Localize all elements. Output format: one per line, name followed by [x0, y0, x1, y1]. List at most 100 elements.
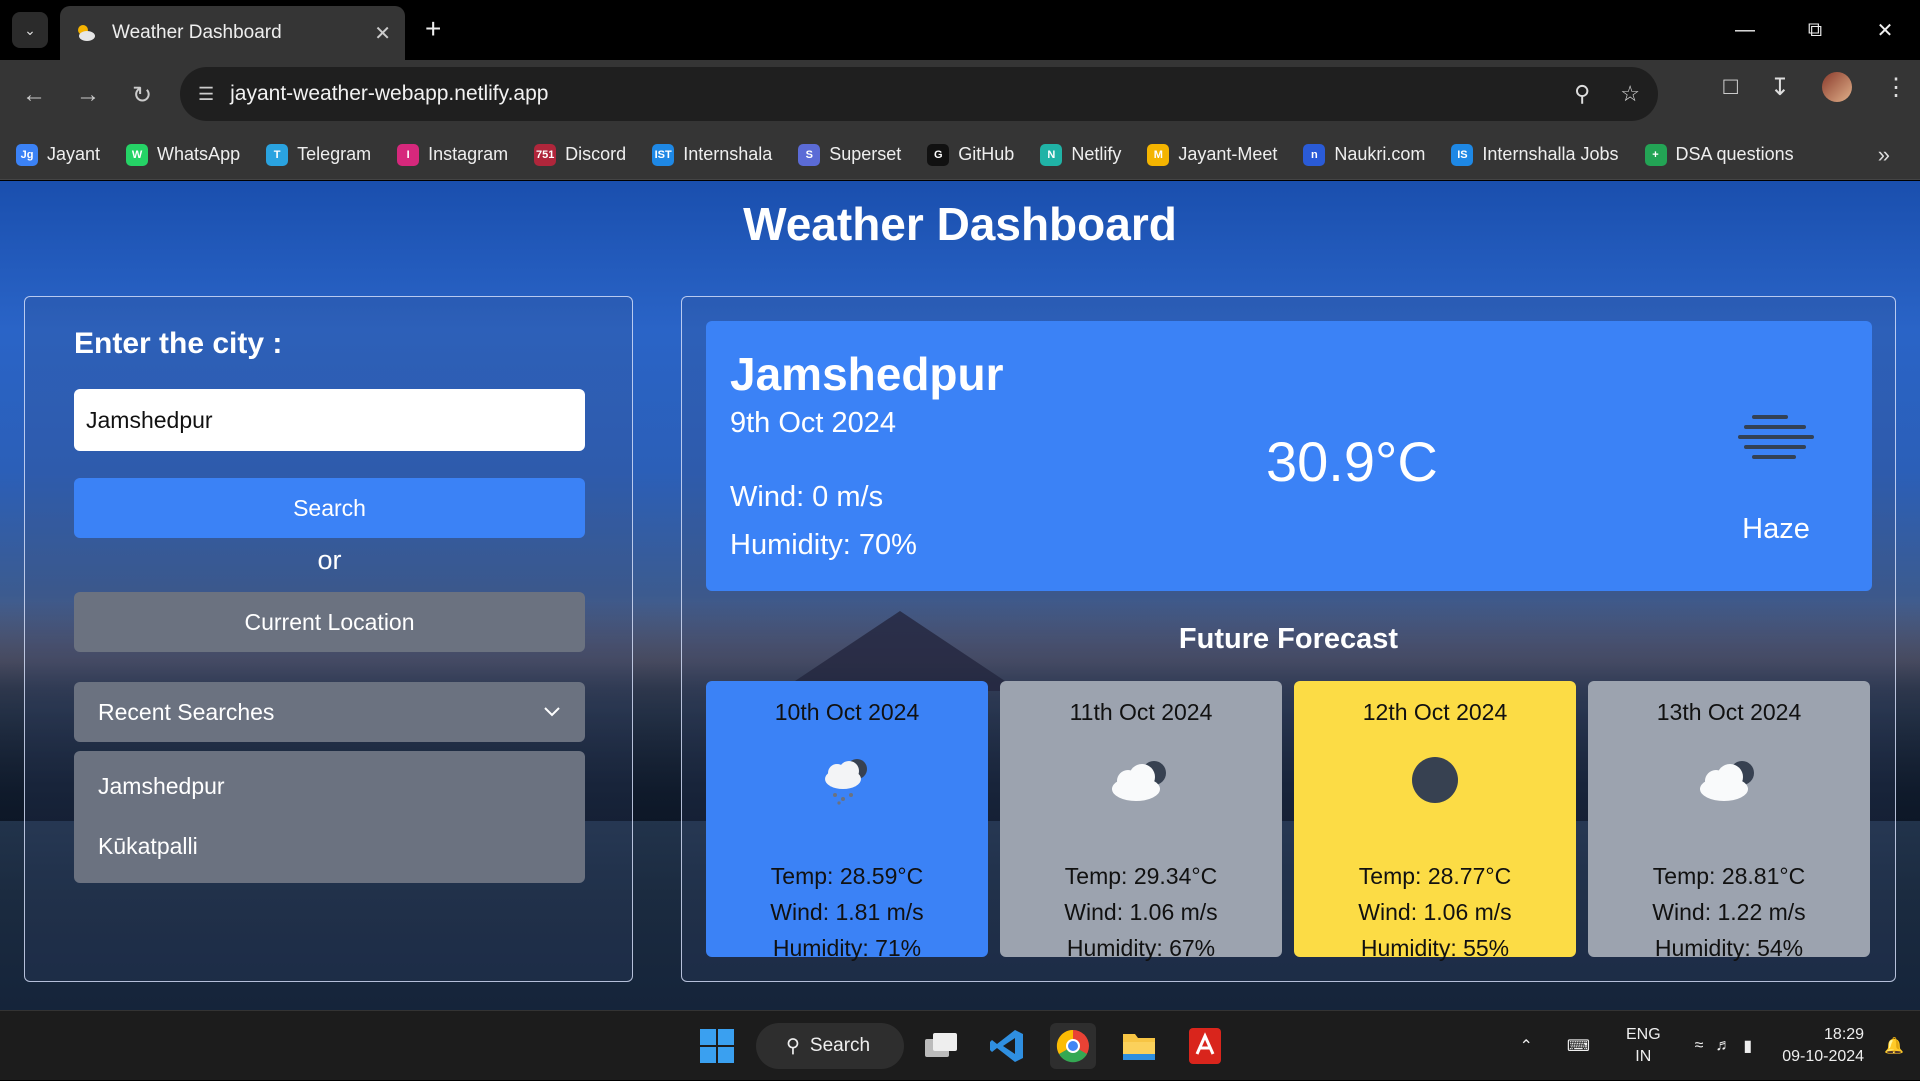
bookmark-favicon-icon: IST	[652, 143, 675, 166]
bookmark-favicon-icon: G	[927, 143, 950, 166]
chevron-down-icon	[543, 702, 561, 723]
region-text: IN	[1635, 1048, 1652, 1065]
forward-icon[interactable]: →	[68, 75, 108, 115]
back-icon[interactable]: ←	[14, 75, 54, 115]
bookmark-item[interactable]: G GitHub	[927, 143, 1015, 166]
bookmark-label: GitHub	[958, 144, 1015, 164]
bookmark-item[interactable]: N Netlify	[1040, 143, 1121, 166]
date-text: 09-10-2024	[1782, 1048, 1865, 1065]
wifi-icon[interactable]: ≈	[1695, 1037, 1704, 1055]
clock[interactable]: 18:29 09-10-2024	[1782, 1024, 1864, 1068]
bookmark-item[interactable]: W WhatsApp	[126, 143, 241, 166]
site-info-icon[interactable]: ☰	[198, 84, 214, 105]
browser-toolbar: ← → ↻ ☰ jayant-weather-webapp.netlify.ap…	[0, 60, 1920, 130]
close-window-icon[interactable]: ✕	[1850, 0, 1920, 60]
windows-taskbar: ⚲ Search ⌃ ⌨ ENG IN ≈ ♬ ▮ 18:29 09-10-20…	[0, 1010, 1920, 1080]
menu-kebab-icon[interactable]: ⋮	[1884, 73, 1908, 102]
reload-icon[interactable]: ↻	[122, 75, 162, 115]
url-text[interactable]: jayant-weather-webapp.netlify.app	[230, 82, 548, 106]
bookmark-favicon-icon: W	[126, 143, 149, 166]
minimize-icon[interactable]: —	[1710, 0, 1780, 60]
bookmark-item[interactable]: + DSA questions	[1644, 143, 1794, 166]
language-indicator[interactable]: ENG IN	[1626, 1024, 1661, 1068]
search-panel: Enter the city : Search or Current Locat…	[24, 296, 633, 982]
file-explorer-icon[interactable]	[1116, 1023, 1162, 1069]
show-hidden-icons-icon[interactable]: ⌃	[1519, 1036, 1532, 1056]
chrome-icon[interactable]	[1050, 1023, 1096, 1069]
recent-item[interactable]: Jamshedpur	[74, 761, 585, 821]
vscode-icon[interactable]	[984, 1023, 1030, 1069]
forecast-date: 10th Oct 2024	[774, 699, 920, 725]
cloud-icon	[1588, 740, 1870, 820]
current-humidity: Humidity: 70%	[730, 529, 917, 561]
bookmark-star-icon[interactable]: ☆	[1620, 81, 1640, 107]
forecast-humidity: Humidity: 55%	[1360, 935, 1510, 961]
city-input[interactable]	[74, 389, 585, 451]
weather-page: Weather Dashboard Enter the city : Searc…	[0, 181, 1920, 1010]
bookmark-item[interactable]: T Telegram	[266, 143, 371, 166]
profile-avatar[interactable]	[1822, 72, 1852, 102]
lang-text: ENG	[1625, 1026, 1661, 1043]
forecast-wind: Wind: 1.22 m/s	[1652, 899, 1806, 925]
notification-bell-icon[interactable]: 🔔	[1884, 1036, 1904, 1056]
weather-panel: Jamshedpur 9th Oct 2024 Wind: 0 m/s Humi…	[681, 296, 1896, 982]
bookmark-favicon-icon: IS	[1451, 143, 1474, 166]
restore-icon[interactable]: ⧉	[1780, 0, 1850, 60]
forecast-temp: Temp: 28.81°C	[1652, 863, 1806, 889]
bookmark-favicon-icon: N	[1040, 143, 1063, 166]
keyboard-icon[interactable]: ⌨	[1567, 1036, 1590, 1056]
cloud-icon	[1000, 740, 1282, 820]
moon-icon	[1294, 740, 1576, 820]
more-bookmarks-icon[interactable]: »	[1878, 142, 1890, 168]
acrobat-icon[interactable]	[1182, 1023, 1228, 1069]
bookmark-item[interactable]: I Instagram	[397, 143, 509, 166]
download-icon[interactable]: ↧	[1770, 73, 1790, 102]
bookmark-favicon-icon: I	[397, 143, 420, 166]
bookmark-item[interactable]: S Superset	[798, 143, 902, 166]
forecast-date: 11th Oct 2024	[1069, 699, 1213, 725]
task-view-icon[interactable]	[918, 1023, 964, 1069]
close-tab-icon[interactable]: ✕	[374, 21, 391, 46]
recent-searches-dropdown[interactable]: Recent Searches	[74, 682, 585, 742]
location-pin-icon[interactable]: ⚲	[1574, 81, 1590, 107]
bookmark-label: Instagram	[428, 144, 509, 164]
bookmark-item[interactable]: IST Internshala	[652, 143, 772, 166]
battery-icon[interactable]: ▮	[1743, 1036, 1752, 1056]
current-weather-card: Jamshedpur 9th Oct 2024 Wind: 0 m/s Humi…	[706, 321, 1872, 591]
search-button[interactable]: Search	[74, 478, 585, 538]
volume-icon[interactable]: ♬	[1715, 1037, 1731, 1055]
current-location-button[interactable]: Current Location	[74, 592, 585, 652]
bookmark-item[interactable]: Jg Jayant	[16, 143, 100, 166]
browser-titlebar: ⌄ Weather Dashboard ✕ + — ⧉ ✕	[0, 0, 1920, 60]
page-title: Weather Dashboard	[743, 198, 1177, 250]
new-tab-button[interactable]: +	[425, 14, 441, 44]
bookmark-item[interactable]: 751 Discord	[534, 143, 626, 166]
weather-favicon-icon	[74, 21, 98, 45]
or-text: or	[317, 545, 342, 575]
forecast-humidity: Humidity: 71%	[772, 935, 922, 961]
tab-title: Weather Dashboard	[112, 22, 282, 43]
bookmark-label: Superset	[829, 144, 902, 164]
bookmarks-bar: Jg Jayant W WhatsApp T Telegram I Instagram 751 D…	[0, 130, 1920, 180]
extensions-icon[interactable]: □	[1723, 73, 1738, 101]
tab-search-button[interactable]: ⌄	[12, 12, 48, 48]
bookmark-label: WhatsApp	[157, 144, 241, 164]
current-date: 9th Oct 2024	[730, 407, 897, 439]
bookmark-label: DSA questions	[1675, 144, 1794, 164]
browser-tab[interactable]: Weather Dashboard ✕	[60, 6, 405, 60]
haze-icon	[1736, 413, 1816, 463]
bookmark-item[interactable]: M Jayant-Meet	[1147, 143, 1277, 166]
address-bar[interactable]: ☰ jayant-weather-webapp.netlify.app ⚲ ☆	[180, 67, 1658, 121]
forecast-card: 10th Oct 2024 Temp: 28.59°C Wind: 1.81 m/s…	[706, 681, 988, 961]
bookmark-favicon-icon: n	[1303, 143, 1326, 166]
taskbar-search[interactable]: ⚲ Search	[756, 1023, 904, 1069]
recent-searches-list: Jamshedpur Kūkatpalli	[74, 751, 585, 883]
start-windows-icon[interactable]	[694, 1023, 740, 1069]
recent-item[interactable]: Kūkatpalli	[74, 821, 585, 881]
forecast-card: 12th Oct 2024 Temp: 28.77°C Wind: 1.06 m/s…	[1294, 681, 1576, 961]
bookmark-item[interactable]: IS Internshalla Jobs	[1451, 143, 1619, 166]
forecast-humidity: Humidity: 54%	[1654, 935, 1804, 961]
current-condition: Haze	[1742, 513, 1810, 545]
bookmark-item[interactable]: n Naukri.com	[1303, 143, 1425, 166]
chevron-down-icon: ⌄	[24, 21, 36, 38]
